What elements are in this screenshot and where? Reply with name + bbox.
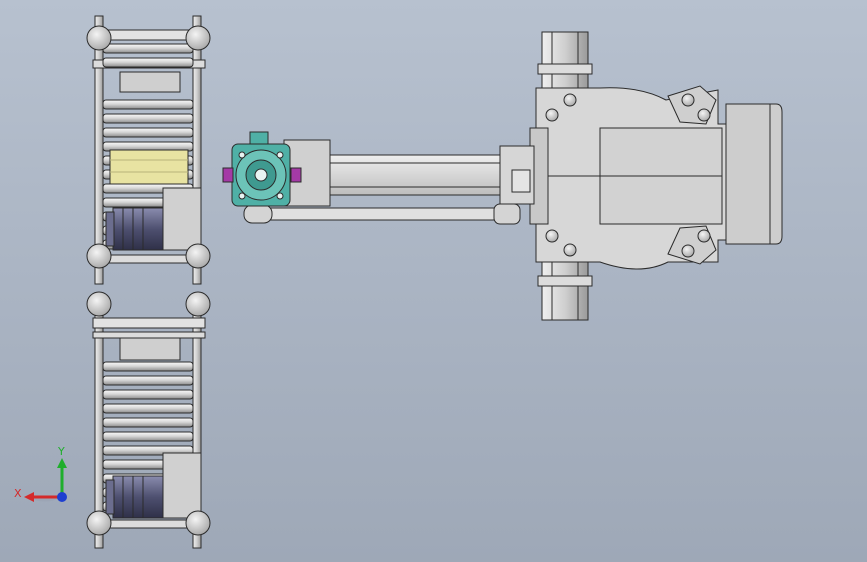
cad-viewport[interactable]: Y X: [0, 0, 867, 562]
y-axis-arrowhead: [57, 458, 67, 468]
lower-roller-conveyor[interactable]: [86, 291, 211, 549]
coordinate-triad: Y X: [14, 445, 67, 502]
gripper-clamp-left: [222, 167, 234, 183]
roller: [102, 127, 194, 138]
roller: [102, 431, 194, 442]
gripper-clamp-right: [290, 167, 302, 183]
z-axis-dot: [57, 492, 67, 502]
x-axis-arrowhead: [24, 492, 34, 502]
roller: [102, 389, 194, 400]
upper-conveyor-drive-motor[interactable]: [105, 187, 202, 251]
x-axis-label: X: [14, 487, 22, 500]
roller: [102, 43, 194, 54]
y-axis-label: Y: [57, 445, 65, 458]
robot-link-rod[interactable]: [243, 203, 521, 225]
roller: [102, 57, 194, 68]
roller: [102, 99, 194, 110]
roller: [102, 361, 194, 372]
roller: [102, 375, 194, 386]
robot-base[interactable]: [529, 31, 783, 321]
roller: [102, 113, 194, 124]
roller: [102, 417, 194, 428]
workpiece-plate[interactable]: [109, 149, 189, 185]
upper-roller-conveyor[interactable]: [86, 15, 211, 285]
end-effector-gripper[interactable]: [222, 131, 331, 207]
roller: [102, 403, 194, 414]
robot-upper-arm[interactable]: [295, 145, 535, 205]
